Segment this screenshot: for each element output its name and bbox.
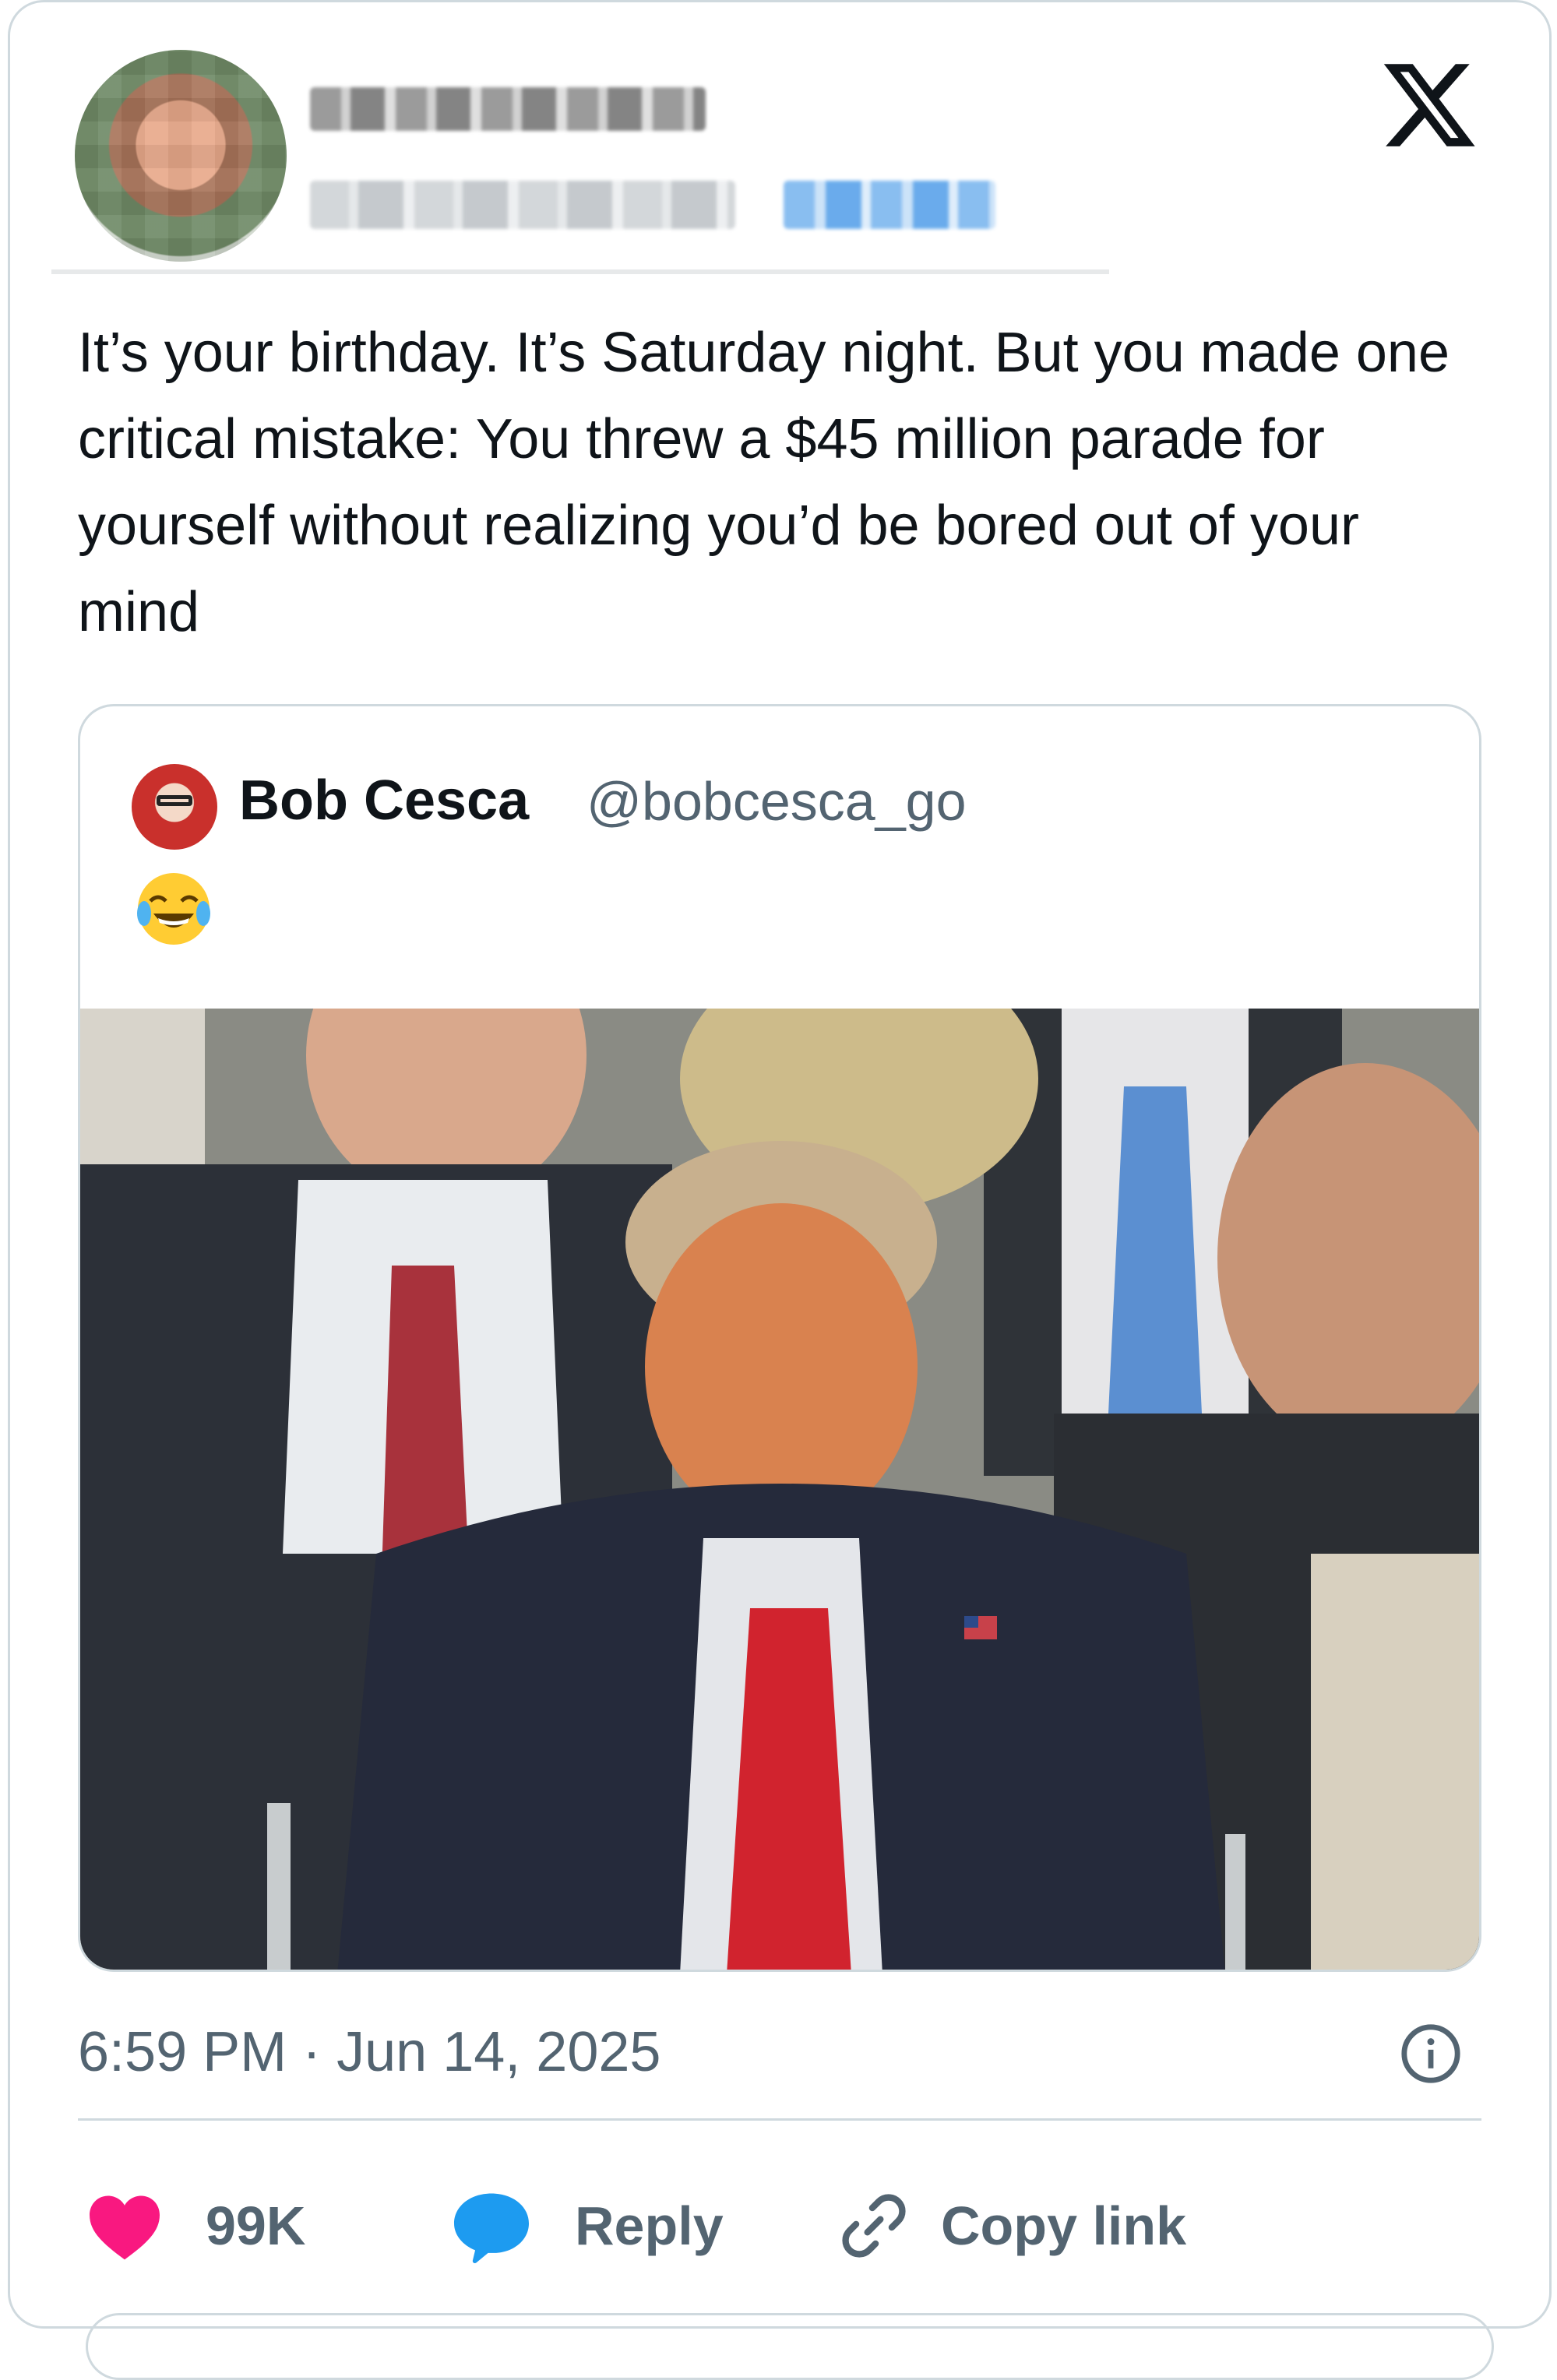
quoted-tweet-photo[interactable] [80, 1009, 1479, 1970]
face-with-tears-of-joy-icon [137, 873, 210, 945]
follow-link-redacted[interactable] [784, 181, 995, 229]
link-icon [842, 2194, 906, 2258]
reply-label: Reply [575, 2195, 724, 2256]
x-logo-icon[interactable] [1379, 55, 1480, 156]
like-count: 99K [206, 2195, 306, 2256]
quoted-author-handle[interactable]: @bobcesca_go [587, 770, 967, 833]
tweet-text: It’s your birthday. It’s Saturday night.… [78, 322, 1466, 643]
reply-button[interactable]: Reply [450, 2187, 724, 2265]
quoted-author-avatar[interactable] [130, 762, 219, 851]
read-replies-button[interactable] [86, 2313, 1494, 2380]
copy-link-button[interactable]: Copy link [835, 2187, 1186, 2265]
info-icon[interactable] [1399, 2022, 1463, 2086]
actions-divider [78, 2118, 1481, 2121]
speech-bubble-icon [454, 2193, 529, 2263]
like-button[interactable]: 99K [86, 2187, 305, 2265]
author-name-redacted[interactable] [310, 87, 706, 131]
photo-crowd-scene [80, 1009, 1479, 1970]
quoted-author-name[interactable]: Bob Cesca [239, 769, 529, 833]
header-underline [51, 269, 1109, 274]
copy-link-label: Copy link [941, 2195, 1187, 2256]
author-handle-redacted[interactable] [310, 181, 735, 229]
quoted-tweet[interactable]: Bob Cesca @bobcesca_go [78, 704, 1481, 1972]
tweet-timestamp[interactable]: 6:59 PM · Jun 14, 2025 [78, 2020, 660, 2084]
author-avatar[interactable] [75, 50, 287, 262]
heart-icon [90, 2195, 160, 2260]
